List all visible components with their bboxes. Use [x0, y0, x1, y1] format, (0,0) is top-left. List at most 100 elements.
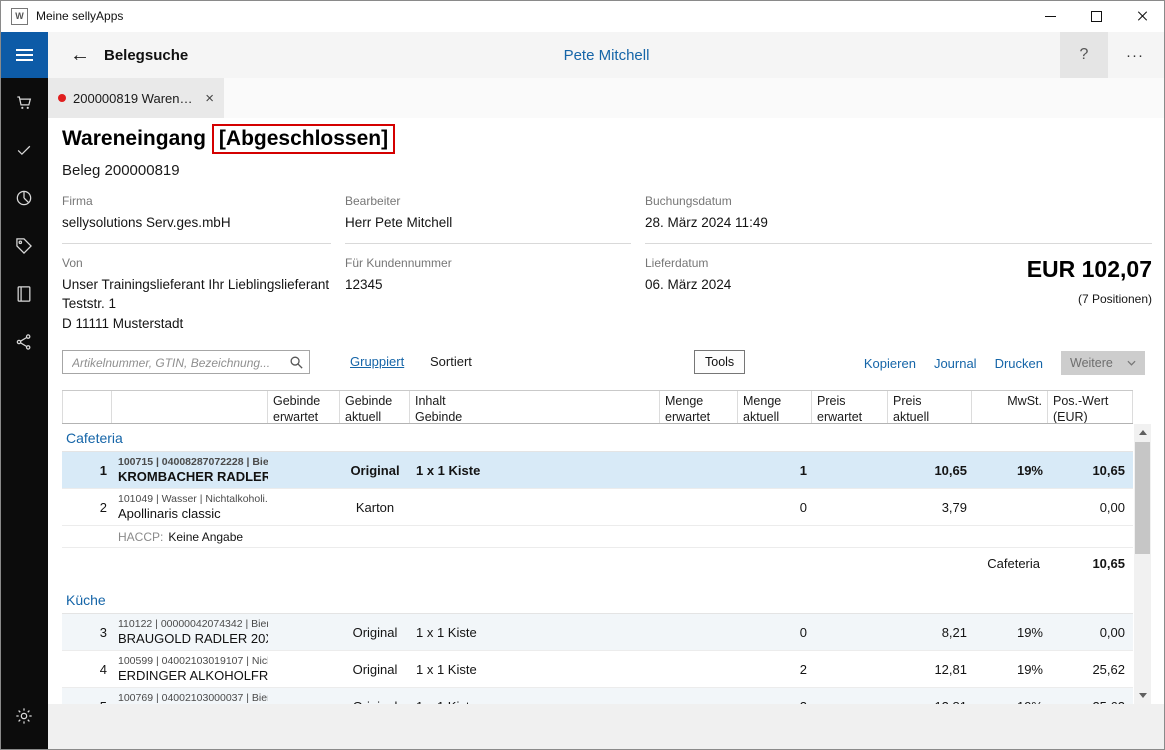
- app-title: Meine sellyApps: [36, 9, 123, 23]
- drucken-link[interactable]: Drucken: [995, 356, 1043, 371]
- weitere-button[interactable]: Weitere: [1061, 351, 1145, 375]
- help-button[interactable]: ?: [1060, 32, 1108, 78]
- tab-close-icon[interactable]: ×: [197, 90, 214, 107]
- group-spacer: [62, 578, 1133, 586]
- user-name[interactable]: Pete Mitchell: [48, 32, 1165, 78]
- scroll-down-icon: [1139, 693, 1147, 698]
- cart-icon: [14, 92, 34, 112]
- article-code: 101049 | Wasser | Nichtalkoholi...: [118, 493, 268, 505]
- table-row[interactable]: 5 100769 | 04002103000037 | Bier... Orig…: [62, 688, 1133, 704]
- positions-table: Gebinde erwartet Gebinde aktuell Inhalt …: [62, 390, 1133, 704]
- sidebar-item-reports[interactable]: [0, 174, 48, 222]
- vertical-scrollbar[interactable]: [1134, 424, 1151, 704]
- menu-button[interactable]: [0, 32, 48, 78]
- field-lieferdatum: Lieferdatum 06. März 2024: [645, 244, 915, 334]
- checkmark-icon: [14, 140, 34, 160]
- page-title: Wareneingang: [62, 127, 206, 151]
- group-header-kueche[interactable]: Küche: [62, 586, 1133, 614]
- field-value: 28. März 2024 11:49: [645, 213, 1152, 233]
- journal-link[interactable]: Journal: [934, 356, 977, 371]
- table-row[interactable]: 1 100715 | 04008287072228 | Bier... KROM…: [62, 452, 1133, 489]
- col-gebinde-erwartet[interactable]: Gebinde erwartet: [268, 391, 340, 423]
- main-content: Wareneingang [Abgeschlossen] Beleg 20000…: [48, 118, 1165, 704]
- scroll-up-icon: [1139, 430, 1147, 435]
- col-preis-aktuell[interactable]: Preis aktuell: [888, 391, 972, 423]
- kopieren-link[interactable]: Kopieren: [864, 356, 916, 371]
- article-code: 100599 | 04002103019107 | Nich...: [118, 655, 268, 667]
- article-code: 110122 | 00000042074342 | Bier...: [118, 618, 268, 630]
- article-name: Apollinaris classic: [118, 506, 221, 521]
- sidebar-item-cart[interactable]: [0, 78, 48, 126]
- minimize-button[interactable]: [1027, 0, 1073, 32]
- article-code: 100715 | 04008287072228 | Bier...: [118, 456, 268, 468]
- maximize-icon: [1091, 11, 1102, 22]
- search-input[interactable]: [70, 352, 286, 374]
- tools-button[interactable]: Tools: [694, 350, 745, 374]
- tab-label: 200000819 Warenei...: [73, 91, 197, 106]
- back-button[interactable]: ←: [62, 32, 98, 78]
- table-row[interactable]: 2 101049 | Wasser | Nichtalkoholi... Apo…: [62, 489, 1133, 526]
- gruppiert-toggle[interactable]: Gruppiert: [350, 354, 404, 369]
- field-label: Für Kundennummer: [345, 256, 631, 270]
- window-controls: [1027, 0, 1165, 32]
- document-info: Firma sellysolutions Serv.ges.mbH Bearbe…: [62, 194, 1152, 333]
- weitere-label: Weitere: [1070, 356, 1113, 370]
- field-value: sellysolutions Serv.ges.mbH: [62, 213, 331, 233]
- field-label: Firma: [62, 194, 331, 208]
- close-icon: [1136, 10, 1148, 22]
- field-value: Unser Trainingslieferant Ihr Lieblingsli…: [62, 275, 331, 295]
- scroll-down-button[interactable]: [1134, 687, 1151, 704]
- document-number: Beleg 200000819: [62, 162, 180, 179]
- share-icon: [14, 332, 34, 352]
- col-menge-erwartet[interactable]: Menge erwartet: [660, 391, 738, 423]
- field-buchungsdatum: Buchungsdatum 28. März 2024 11:49: [645, 194, 1152, 244]
- sidebar-item-articles[interactable]: [0, 222, 48, 270]
- field-von: Von Unser Trainingslieferant Ihr Lieblin…: [62, 244, 331, 334]
- col-article: [112, 391, 268, 423]
- table-row[interactable]: 4 100599 | 04002103019107 | Nich... ERDI…: [62, 651, 1133, 688]
- scroll-thumb[interactable]: [1135, 442, 1150, 554]
- book-icon: [14, 284, 34, 304]
- field-label: Von: [62, 256, 331, 270]
- total-amount: EUR 102,07: [915, 256, 1152, 283]
- pie-chart-icon: [14, 188, 34, 208]
- field-label: Buchungsdatum: [645, 194, 1152, 208]
- article-name: KROMBACHER RADLER ...: [118, 469, 268, 484]
- sidebar: [0, 32, 48, 750]
- sortiert-toggle[interactable]: Sortiert: [430, 354, 472, 369]
- col-mwst[interactable]: MwSt.: [972, 391, 1048, 423]
- group-header-cafeteria[interactable]: Cafeteria: [62, 424, 1133, 452]
- table-row[interactable]: 3 110122 | 00000042074342 | Bier... BRAU…: [62, 614, 1133, 651]
- toolbar-actions: Kopieren Journal Drucken Weitere: [864, 350, 1145, 376]
- field-bearbeiter: Bearbeiter Herr Pete Mitchell: [345, 194, 631, 244]
- field-value: Herr Pete Mitchell: [345, 213, 631, 233]
- article-code: 100769 | 04002103000037 | Bier...: [118, 692, 268, 704]
- command-bar: Pete Mitchell ← Belegsuche ? ···: [48, 32, 1165, 78]
- document-header: Wareneingang [Abgeschlossen]: [62, 124, 395, 154]
- col-number: [62, 391, 112, 423]
- sidebar-item-network[interactable]: [0, 318, 48, 366]
- close-button[interactable]: [1119, 0, 1165, 32]
- article-name: ERDINGER ALKOHOLFR 2...: [118, 668, 268, 683]
- more-options-button[interactable]: ···: [1113, 32, 1157, 78]
- search-box: [62, 350, 310, 374]
- field-value: Teststr. 1: [62, 294, 331, 314]
- sidebar-item-journal[interactable]: [0, 270, 48, 318]
- col-pos-wert[interactable]: Pos.-Wert (EUR): [1048, 391, 1133, 423]
- maximize-button[interactable]: [1073, 0, 1119, 32]
- status-bar: [48, 704, 1165, 750]
- col-inhalt-gebinde[interactable]: Inhalt Gebinde: [410, 391, 660, 423]
- hamburger-icon: [16, 49, 33, 61]
- field-label: Lieferdatum: [645, 256, 915, 270]
- scroll-up-button[interactable]: [1134, 424, 1151, 441]
- col-menge-aktuell[interactable]: Menge aktuell: [738, 391, 812, 423]
- col-gebinde-aktuell[interactable]: Gebinde aktuell: [340, 391, 410, 423]
- tab-wareneingang[interactable]: 200000819 Warenei... ×: [48, 78, 224, 118]
- sidebar-item-tasks[interactable]: [0, 126, 48, 174]
- haccp-note: HACCP: Keine Angabe: [62, 526, 1133, 548]
- settings-button[interactable]: [0, 692, 48, 740]
- app-icon: W: [11, 8, 28, 25]
- position-count: (7 Positionen): [915, 292, 1152, 306]
- tag-icon: [14, 236, 34, 256]
- col-preis-erwartet[interactable]: Preis erwartet: [812, 391, 888, 423]
